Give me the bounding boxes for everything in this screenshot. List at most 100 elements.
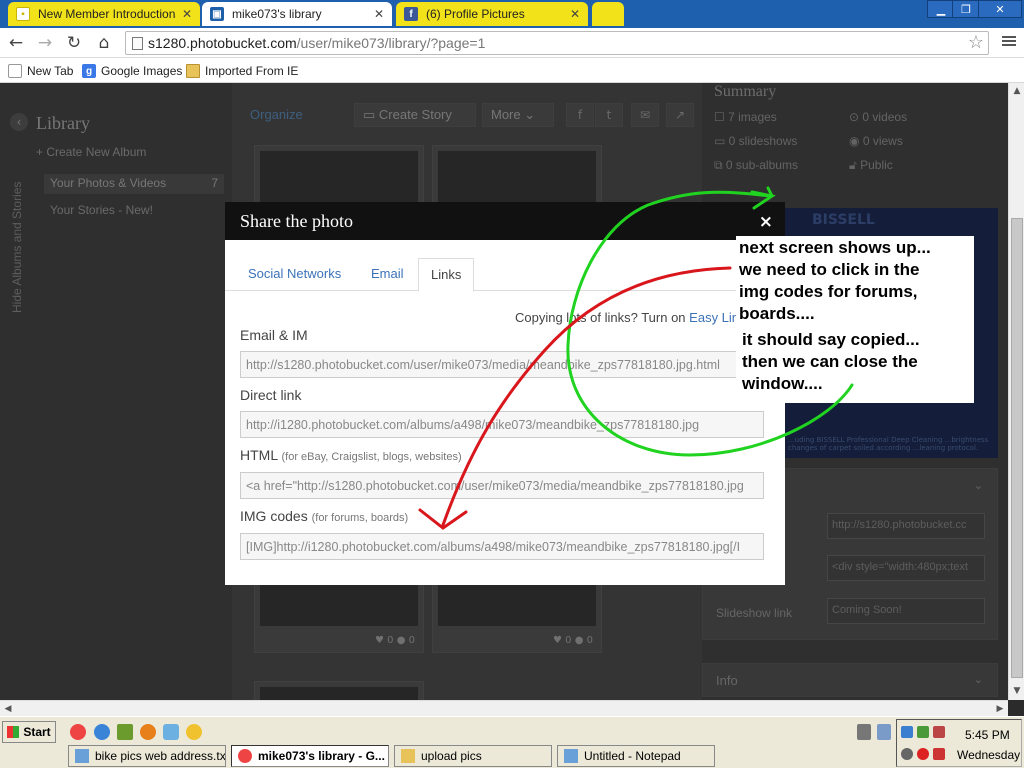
img-codes-label: IMG codes (for forums, boards) [240, 508, 408, 524]
easy-linking-link[interactable]: Easy Lin [689, 310, 739, 325]
tab-new-member-introductions[interactable]: ▪ New Member Introductions - ✕ [8, 2, 200, 26]
app-quicklaunch-icon[interactable] [117, 724, 133, 740]
share-link-field[interactable]: http://s1280.photobucket.cc [827, 513, 985, 539]
back-arrow-icon[interactable]: ← [5, 32, 27, 54]
close-window-button[interactable]: ✕ [978, 0, 1022, 18]
tab-label: New Member Introductions - [38, 7, 176, 21]
chevron-down-icon[interactable]: ⌄ [974, 479, 983, 492]
media-quicklaunch-icon[interactable] [186, 724, 202, 740]
task-label: upload pics [421, 749, 482, 763]
hide-albums-toggle[interactable]: Hide Albums and Stories [10, 143, 26, 313]
tray-app-icon[interactable] [933, 726, 945, 738]
windows-logo-icon [7, 726, 20, 738]
photo-thumbnail[interactable] [254, 681, 424, 700]
scroll-down-icon[interactable]: ▼ [1009, 683, 1024, 699]
sidebar-item-label: Your Photos & Videos [50, 176, 167, 190]
clock-day: Wednesday [957, 748, 1021, 762]
network-icon[interactable] [901, 726, 913, 738]
restore-window-button[interactable]: ❐ [952, 0, 980, 18]
tray-app-icon[interactable] [901, 748, 913, 760]
url-path: /user/mike073/library/?page=1 [296, 35, 486, 51]
address-bar-input[interactable]: s1280.photobucket.com/user/mike073/libra… [125, 31, 989, 55]
home-icon[interactable]: ⌂ [93, 32, 115, 54]
windows-taskbar: Start bike pics web address.tx... mike07… [0, 716, 1024, 768]
tool-icon[interactable] [857, 724, 871, 740]
summary-title: Summary [714, 83, 777, 100]
img-code-field[interactable]: [IMG]http://i1280.photobucket.com/albums… [240, 533, 764, 560]
twitter-icon[interactable]: t [595, 103, 623, 127]
sidebar-item-your-stories[interactable]: Your Stories - New! [50, 203, 153, 217]
vertical-scrollbar[interactable]: ▲ ▼ [1008, 83, 1024, 700]
task-mike073-library[interactable]: mike073's library - G... [231, 745, 389, 767]
close-tab-icon[interactable]: ✕ [570, 7, 580, 21]
facebook-icon[interactable]: f [566, 103, 594, 127]
firefox-quicklaunch-icon[interactable] [140, 724, 156, 740]
volume-icon[interactable] [933, 748, 945, 760]
scroll-right-icon[interactable]: ▶ [992, 701, 1008, 717]
create-album-link[interactable]: + Create New Album [36, 145, 146, 159]
create-story-button[interactable]: ▭ Create Story [354, 103, 476, 127]
tray-app-icon[interactable] [917, 726, 929, 738]
sidebar-item-your-photos[interactable]: Your Photos & Videos 7 [44, 174, 224, 194]
annotation-note: next screen shows up... we need to click… [736, 236, 974, 403]
tab-social-networks[interactable]: Social Networks [236, 258, 353, 291]
close-tab-icon[interactable]: ✕ [182, 7, 192, 21]
reload-icon[interactable]: ↻ [63, 32, 85, 54]
app-quicklaunch-icon[interactable] [163, 724, 179, 740]
direct-link-field[interactable]: http://i1280.photobucket.com/albums/a498… [240, 411, 764, 438]
new-tab-button[interactable] [592, 2, 624, 26]
scroll-up-icon[interactable]: ▲ [1009, 83, 1024, 99]
task-untitled-notepad[interactable]: Untitled - Notepad [557, 745, 715, 767]
close-dialog-button[interactable]: × [759, 212, 773, 232]
library-sidebar: ‹ Library Hide Albums and Stories + Crea… [0, 83, 232, 700]
start-button[interactable]: Start [2, 721, 56, 743]
tool-icon[interactable] [877, 724, 891, 740]
bookmark-imported-from-ie[interactable]: Imported From IE [186, 62, 298, 80]
chrome-quicklaunch-icon[interactable] [70, 724, 86, 740]
page-icon [132, 37, 143, 50]
info-panel[interactable]: Info ⌄ [702, 663, 998, 697]
email-icon[interactable]: ✉ [631, 103, 659, 127]
eye-icon: ◉ [849, 134, 863, 148]
bookmark-google-images[interactable]: g Google Images [82, 62, 182, 80]
scroll-left-icon[interactable]: ◀ [0, 701, 16, 717]
tab-email[interactable]: Email [359, 258, 416, 291]
comment-icon: ● [396, 635, 406, 646]
organize-link[interactable]: Organize [250, 107, 303, 122]
horizontal-scrollbar[interactable]: ◀ ▶ [0, 700, 1008, 716]
scrollbar-thumb[interactable] [1011, 218, 1023, 678]
chrome-menu-icon[interactable] [1002, 34, 1016, 50]
info-label: Info [716, 673, 738, 688]
bookmark-star-icon[interactable]: ☆ [968, 32, 984, 53]
clock-time[interactable]: 5:45 PM [965, 728, 1010, 742]
subalbums-label: 0 sub-albums [725, 158, 798, 172]
tab-label: mike073's library [232, 7, 322, 21]
image-icon: ☐ [714, 110, 729, 124]
collapse-sidebar-icon[interactable]: ‹ [10, 113, 28, 131]
embed-code-field[interactable]: <div style="width:480px;text [827, 555, 985, 581]
forward-arrow-icon[interactable]: → [34, 32, 56, 54]
slideshow-link-label: Slideshow link [716, 606, 793, 620]
task-bike-pics-web-address[interactable]: bike pics web address.tx... [68, 745, 226, 767]
tab-label: (6) Profile Pictures [426, 7, 525, 21]
tab-profile-pictures[interactable]: f (6) Profile Pictures ✕ [396, 2, 588, 26]
more-dropdown[interactable]: More ⌄ [482, 103, 554, 127]
bookmark-label: New Tab [27, 64, 74, 78]
slideshow-link-field[interactable]: Coming Soon! [827, 598, 985, 624]
html-label-sub: (for eBay, Craigslist, blogs, websites) [281, 451, 462, 463]
tab-links[interactable]: Links [418, 258, 475, 292]
close-tab-icon[interactable]: ✕ [374, 7, 384, 21]
comment-icon: ● [574, 635, 584, 646]
task-upload-pics[interactable]: upload pics [394, 745, 552, 767]
minimize-window-button[interactable]: ▁ [927, 0, 955, 18]
share-icon[interactable]: ↗ [666, 103, 694, 127]
tab-mike073-library[interactable]: ▣ mike073's library ✕ [202, 2, 392, 26]
email-im-link-field[interactable]: http://s1280.photobucket.com/user/mike07… [240, 351, 764, 378]
privacy-label: Public [860, 158, 893, 172]
tray-app-icon[interactable] [917, 748, 929, 760]
bookmark-new-tab[interactable]: New Tab [8, 62, 73, 80]
ad-title: BISSELL [812, 212, 875, 228]
ie-quicklaunch-icon[interactable] [94, 724, 110, 740]
album-icon: ⧉ [714, 158, 726, 172]
html-code-field[interactable]: <a href="http://s1280.photobucket.com/us… [240, 472, 764, 499]
